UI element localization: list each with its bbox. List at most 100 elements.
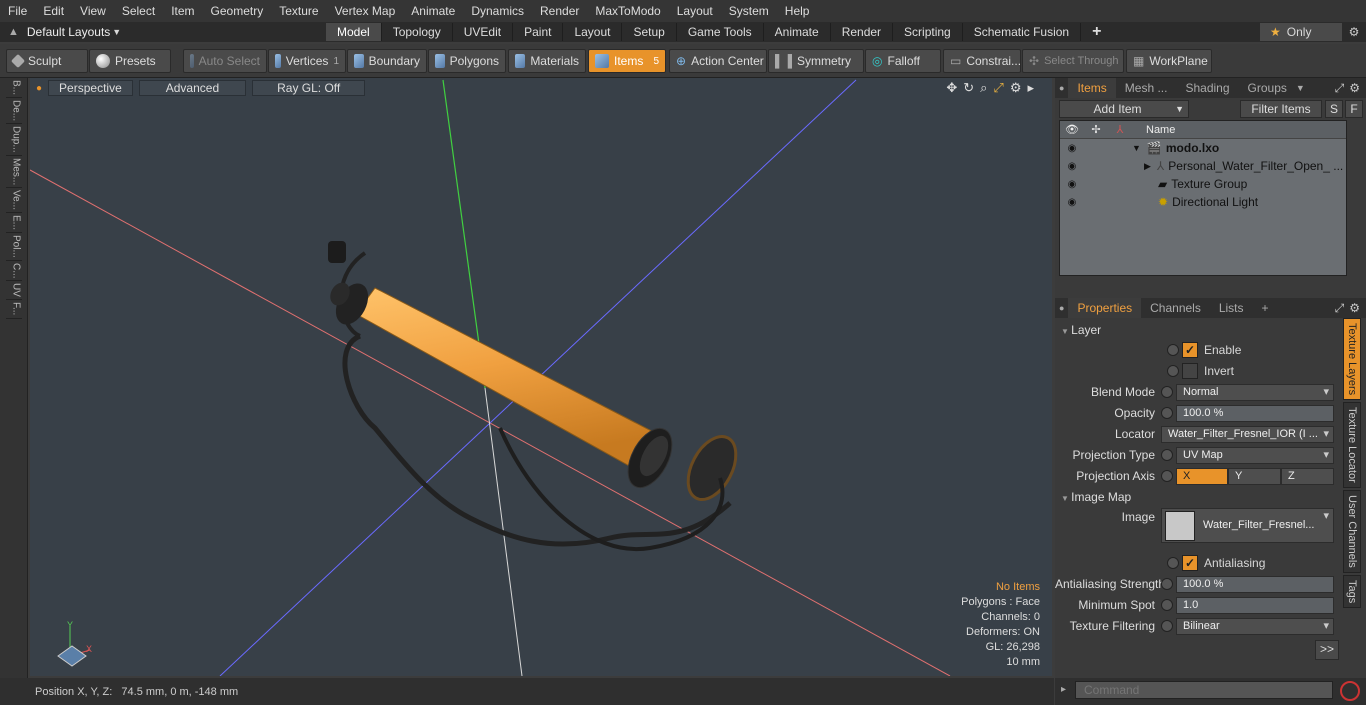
- tab-scripting[interactable]: Scripting: [893, 23, 963, 41]
- workplane-button[interactable]: ▦ WorkPlane: [1126, 49, 1212, 73]
- materials-button[interactable]: Materials: [508, 49, 586, 73]
- polygons-button[interactable]: Polygons: [428, 49, 506, 73]
- tab-schematic-fusion[interactable]: Schematic Fusion: [963, 23, 1082, 41]
- tab-tags[interactable]: Tags: [1343, 574, 1361, 608]
- auto-select-button[interactable]: Auto Select: [183, 49, 267, 73]
- opacity-anim-dot[interactable]: [1161, 407, 1173, 419]
- panel-menu-dot-icon[interactable]: ●: [1055, 83, 1068, 93]
- settings-icon[interactable]: ⚙: [1342, 25, 1366, 39]
- boundary-button[interactable]: Boundary: [347, 49, 427, 73]
- menu-animate[interactable]: Animate: [403, 0, 463, 22]
- vertices-button[interactable]: Vertices 1: [268, 49, 346, 73]
- tab-channels[interactable]: Channels: [1141, 298, 1210, 318]
- tab-mesh[interactable]: Mesh ...: [1116, 78, 1177, 98]
- blend-mode-anim-dot[interactable]: [1161, 386, 1173, 398]
- rotate-view-icon[interactable]: ↻: [963, 80, 974, 96]
- visibility-icon[interactable]: ◉: [1060, 161, 1084, 172]
- texture-filtering-anim-dot[interactable]: [1161, 620, 1173, 632]
- tab-paint[interactable]: Paint: [513, 23, 564, 41]
- panel-settings-icon[interactable]: ⚙: [1347, 301, 1366, 315]
- more-button[interactable]: >>: [1315, 640, 1339, 660]
- tab-model[interactable]: Model: [326, 23, 382, 41]
- add-tab-button[interactable]: +: [1081, 23, 1112, 41]
- projection-axis-anim-dot[interactable]: [1161, 470, 1173, 482]
- antialiasing-checkbox[interactable]: ✓: [1182, 555, 1198, 571]
- expand-arrow-icon[interactable]: ▼: [1132, 143, 1147, 153]
- tab-render[interactable]: Render: [831, 23, 894, 41]
- menu-geometry[interactable]: Geometry: [203, 0, 272, 22]
- axis-z-button[interactable]: Z: [1281, 467, 1334, 485]
- command-expand-icon[interactable]: ▸: [1061, 684, 1066, 695]
- menu-texture[interactable]: Texture: [271, 0, 326, 22]
- list-item[interactable]: ◉ ▼ 🎬 modo.lxo: [1060, 139, 1346, 157]
- add-panel-tab-button[interactable]: +: [1253, 298, 1278, 318]
- viewport-expand-icon[interactable]: ▸: [1027, 80, 1034, 96]
- sculpt-button[interactable]: Sculpt: [6, 49, 88, 73]
- zoom-view-icon[interactable]: ⌕: [980, 80, 987, 96]
- tab-user-channels[interactable]: User Channels: [1343, 489, 1361, 573]
- layer-section-header[interactable]: ▼ Layer: [1061, 323, 1101, 337]
- expand-arrow-icon[interactable]: ▶: [1144, 161, 1157, 172]
- left-tab-polygon[interactable]: Pol...: [5, 233, 22, 261]
- tab-lists[interactable]: Lists: [1210, 298, 1253, 318]
- tab-uvedit[interactable]: UVEdit: [453, 23, 514, 41]
- menu-system[interactable]: System: [721, 0, 777, 22]
- filter-items-button[interactable]: Filter Items: [1240, 100, 1322, 118]
- tab-layout[interactable]: Layout: [563, 23, 623, 41]
- visibility-icon[interactable]: ◉: [1060, 197, 1084, 208]
- min-spot-input[interactable]: 1.0: [1176, 596, 1334, 614]
- viewport-menu-dot-icon[interactable]: ●: [36, 83, 42, 94]
- list-item[interactable]: ◉ ▶ ⅄ Personal_Water_Filter_Open_ ...: [1060, 157, 1346, 175]
- panel-expand-icon[interactable]: ⤢: [1332, 301, 1348, 316]
- constraints-button[interactable]: ▭ Constrai...: [943, 49, 1021, 73]
- menu-view[interactable]: View: [72, 0, 114, 22]
- left-tab-duplicate[interactable]: Dup...: [5, 124, 22, 156]
- visibility-icon[interactable]: ◉: [1060, 143, 1084, 154]
- projection-type-select[interactable]: UV Map: [1176, 446, 1334, 464]
- locator-select[interactable]: Water_Filter_Fresnel_IOR (I ...: [1161, 425, 1334, 443]
- left-tab-deform[interactable]: De...: [5, 98, 22, 125]
- min-spot-anim-dot[interactable]: [1161, 599, 1173, 611]
- falloff-button[interactable]: ◎ Falloff: [865, 49, 941, 73]
- raygl-button[interactable]: Ray GL: Off: [252, 80, 366, 96]
- invert-anim-dot[interactable]: [1167, 365, 1179, 377]
- add-item-button[interactable]: Add Item ▼: [1059, 100, 1189, 118]
- projection-type-anim-dot[interactable]: [1161, 449, 1173, 461]
- tab-properties[interactable]: Properties: [1068, 298, 1142, 318]
- perspective-button[interactable]: Perspective: [48, 80, 133, 96]
- axis-y-button[interactable]: Y: [1228, 467, 1281, 485]
- left-tab-vertex[interactable]: Ve...: [5, 188, 22, 214]
- f-button[interactable]: F: [1345, 100, 1363, 118]
- left-tab-curve[interactable]: C...: [5, 261, 22, 282]
- move-view-icon[interactable]: ✥: [946, 80, 957, 96]
- enable-anim-dot[interactable]: [1167, 344, 1179, 356]
- grip-icon[interactable]: ▲: [8, 26, 19, 38]
- left-tab-uv[interactable]: UV: [5, 281, 22, 301]
- viewport-settings-icon[interactable]: ⚙: [1010, 80, 1022, 96]
- panel-menu-dot-icon[interactable]: ●: [1055, 303, 1068, 313]
- visibility-icon[interactable]: ◉: [1060, 179, 1084, 190]
- image-map-section-header[interactable]: ▼ Image Map: [1061, 490, 1131, 504]
- menu-vertex-map[interactable]: Vertex Map: [327, 0, 404, 22]
- tab-animate[interactable]: Animate: [764, 23, 831, 41]
- menu-edit[interactable]: Edit: [35, 0, 72, 22]
- invert-checkbox[interactable]: [1182, 363, 1198, 379]
- menu-item[interactable]: Item: [163, 0, 202, 22]
- menu-dynamics[interactable]: Dynamics: [463, 0, 532, 22]
- 3d-viewport[interactable]: Y X ● Perspective Advanced Ray GL: Off ✥…: [30, 78, 1052, 676]
- antialiasing-anim-dot[interactable]: [1167, 557, 1179, 569]
- tab-shading[interactable]: Shading: [1176, 78, 1238, 98]
- record-icon[interactable]: [1340, 681, 1360, 701]
- only-toggle[interactable]: Only: [1287, 25, 1312, 39]
- tab-groups[interactable]: Groups: [1239, 78, 1296, 98]
- tab-setup[interactable]: Setup: [622, 23, 677, 41]
- symmetry-button[interactable]: ▌▐ Symmetry: [768, 49, 864, 73]
- tab-items[interactable]: Items: [1068, 78, 1116, 98]
- water-filter-model[interactable]: [326, 241, 745, 552]
- items-button[interactable]: Items 5: [588, 49, 666, 73]
- menu-help[interactable]: Help: [777, 0, 818, 22]
- opacity-input[interactable]: 100.0 %: [1176, 404, 1334, 422]
- tab-game-tools[interactable]: Game Tools: [677, 23, 764, 41]
- panel-expand-icon[interactable]: ⤢: [1332, 81, 1348, 96]
- enable-checkbox[interactable]: ✓: [1182, 342, 1198, 358]
